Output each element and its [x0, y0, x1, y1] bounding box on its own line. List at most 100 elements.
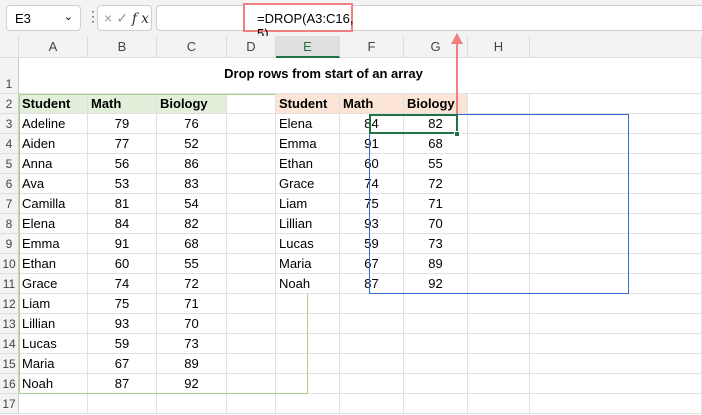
cell[interactable] [530, 354, 702, 374]
column-header-E[interactable]: E [276, 36, 340, 58]
source-cell[interactable]: 67 [88, 354, 157, 374]
cell[interactable] [530, 234, 702, 254]
row-header-8[interactable]: 8 [0, 214, 19, 234]
cell[interactable] [530, 174, 702, 194]
source-cell[interactable]: 91 [88, 234, 157, 254]
result-cell[interactable]: Ethan [276, 154, 340, 174]
source-cell[interactable]: Ava [19, 174, 88, 194]
source-cell[interactable]: Aiden [19, 134, 88, 154]
cell[interactable] [468, 354, 530, 374]
cell[interactable] [468, 194, 530, 214]
cell[interactable] [227, 374, 276, 394]
cell[interactable] [530, 274, 702, 294]
cell[interactable] [468, 374, 530, 394]
source-cell[interactable]: 74 [88, 274, 157, 294]
cell[interactable] [530, 114, 702, 134]
source-cell[interactable]: 77 [88, 134, 157, 154]
column-header-G[interactable]: G [404, 36, 468, 58]
source-cell[interactable]: 79 [88, 114, 157, 134]
column-header-A[interactable]: A [19, 36, 88, 58]
row-header-17[interactable]: 17 [0, 394, 19, 414]
cell[interactable] [340, 334, 404, 354]
cell[interactable] [19, 394, 88, 414]
result-cell[interactable]: Elena [276, 114, 340, 134]
source-cell[interactable]: 52 [157, 134, 227, 154]
source-cell[interactable]: 81 [88, 194, 157, 214]
cell[interactable] [227, 294, 276, 314]
cell[interactable] [227, 174, 276, 194]
row-header-7[interactable]: 7 [0, 194, 19, 214]
source-cell[interactable]: Liam [19, 294, 88, 314]
result-cell[interactable]: 72 [404, 174, 468, 194]
cell[interactable] [468, 314, 530, 334]
source-cell[interactable]: 53 [88, 174, 157, 194]
cell[interactable] [227, 394, 276, 414]
result-cell[interactable]: 89 [404, 254, 468, 274]
source-cell[interactable]: 60 [88, 254, 157, 274]
row-header-13[interactable]: 13 [0, 314, 19, 334]
result-cell[interactable]: Maria [276, 254, 340, 274]
row-header-12[interactable]: 12 [0, 294, 19, 314]
source-cell[interactable]: Adeline [19, 114, 88, 134]
cell[interactable] [530, 374, 702, 394]
result-cell[interactable]: 55 [404, 154, 468, 174]
cell[interactable] [530, 134, 702, 154]
cell[interactable] [340, 314, 404, 334]
cell[interactable] [276, 394, 340, 414]
cell[interactable] [468, 134, 530, 154]
cell[interactable] [227, 154, 276, 174]
cell[interactable] [227, 194, 276, 214]
cell[interactable] [227, 354, 276, 374]
cell[interactable] [227, 314, 276, 334]
result-cell[interactable]: 59 [340, 234, 404, 254]
cell[interactable] [530, 294, 702, 314]
source-cell[interactable]: 54 [157, 194, 227, 214]
source-cell[interactable]: 87 [88, 374, 157, 394]
row-header-10[interactable]: 10 [0, 254, 19, 274]
source-cell[interactable]: 86 [157, 154, 227, 174]
source-cell[interactable]: 59 [88, 334, 157, 354]
cell[interactable] [88, 394, 157, 414]
cell[interactable] [468, 94, 530, 114]
result-cell[interactable]: 75 [340, 194, 404, 214]
source-cell[interactable]: 93 [88, 314, 157, 334]
cell[interactable] [276, 354, 340, 374]
fill-handle[interactable] [454, 131, 460, 137]
source-cell[interactable]: Elena [19, 214, 88, 234]
result-cell[interactable]: Lucas [276, 234, 340, 254]
cell[interactable] [530, 394, 702, 414]
active-cell[interactable] [369, 114, 458, 134]
source-cell[interactable]: 56 [88, 154, 157, 174]
cell[interactable] [276, 314, 340, 334]
result-cell[interactable]: 74 [340, 174, 404, 194]
cell[interactable] [530, 254, 702, 274]
source-cell[interactable]: 70 [157, 314, 227, 334]
result-cell[interactable]: Noah [276, 274, 340, 294]
source-cell[interactable]: Lucas [19, 334, 88, 354]
row-header-3[interactable]: 3 [0, 114, 19, 134]
row-header-2[interactable]: 2 [0, 94, 19, 114]
source-cell[interactable]: 72 [157, 274, 227, 294]
result-cell[interactable]: 67 [340, 254, 404, 274]
cell[interactable] [227, 134, 276, 154]
result-cell[interactable]: Emma [276, 134, 340, 154]
source-cell[interactable]: Ethan [19, 254, 88, 274]
cell[interactable] [227, 114, 276, 134]
result-cell[interactable]: 70 [404, 214, 468, 234]
source-cell[interactable]: Lillian [19, 314, 88, 334]
cell[interactable] [404, 334, 468, 354]
cell[interactable] [468, 274, 530, 294]
formula-highlight[interactable]: =DROP(A3:C16, 5) [243, 3, 353, 41]
column-header-extra[interactable] [530, 36, 702, 58]
row-header-5[interactable]: 5 [0, 154, 19, 174]
cell[interactable] [530, 214, 702, 234]
formula-input[interactable] [156, 5, 702, 31]
row-header-4[interactable]: 4 [0, 134, 19, 154]
name-box[interactable]: E3 ⌄ [6, 5, 81, 31]
source-cell[interactable]: 71 [157, 294, 227, 314]
result-cell[interactable]: Liam [276, 194, 340, 214]
cell[interactable] [340, 374, 404, 394]
source-cell[interactable]: 89 [157, 354, 227, 374]
source-cell[interactable]: 84 [88, 214, 157, 234]
enter-icon[interactable]: ✓ [116, 10, 132, 26]
